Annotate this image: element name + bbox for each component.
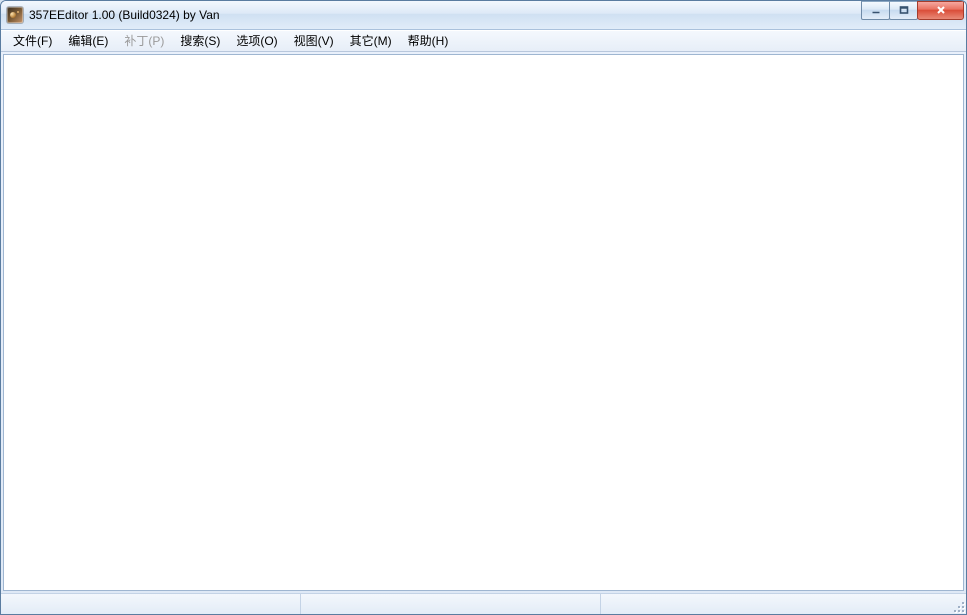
minimize-button[interactable] (861, 1, 890, 20)
menu-patch: 补丁(P) (116, 31, 172, 51)
minimize-icon (870, 5, 882, 15)
menubar: 文件(F) 编辑(E) 补丁(P) 搜索(S) 选项(O) 视图(V) 其它(M… (1, 30, 966, 52)
status-pane-2 (301, 594, 601, 614)
titlebar[interactable]: 357EEditor 1.00 (Build0324) by Van (1, 1, 966, 30)
maximize-icon (898, 5, 910, 15)
status-pane-3 (601, 594, 966, 614)
app-icon (7, 7, 23, 23)
menu-options[interactable]: 选项(O) (228, 31, 285, 51)
status-pane-1 (1, 594, 301, 614)
menu-search[interactable]: 搜索(S) (172, 31, 228, 51)
client-area-frame (1, 52, 966, 593)
maximize-button[interactable] (889, 1, 918, 20)
menu-edit[interactable]: 编辑(E) (60, 31, 116, 51)
window-title: 357EEditor 1.00 (Build0324) by Van (29, 8, 861, 22)
menu-view[interactable]: 视图(V) (286, 31, 342, 51)
statusbar (1, 593, 966, 614)
size-grip-icon[interactable] (950, 598, 964, 612)
application-window: 357EEditor 1.00 (Build0324) by Van (0, 0, 967, 615)
close-button[interactable] (917, 1, 964, 20)
menu-help[interactable]: 帮助(H) (400, 31, 457, 51)
menu-misc[interactable]: 其它(M) (342, 31, 400, 51)
close-icon (934, 5, 948, 15)
editor-client-area[interactable] (3, 54, 964, 591)
caption-buttons (861, 1, 964, 29)
menu-file[interactable]: 文件(F) (5, 31, 60, 51)
